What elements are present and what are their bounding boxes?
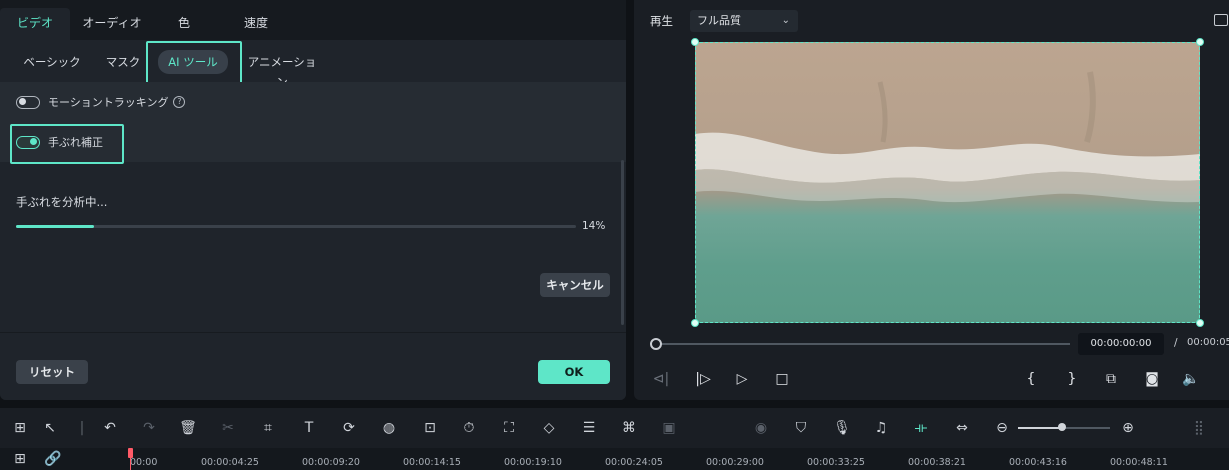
motion-tracking-row: モーショントラッキング ?: [16, 94, 186, 110]
ruler-label: 00:00:33:25: [807, 457, 865, 468]
audio-list-icon[interactable]: ♫: [871, 418, 891, 438]
ruler-label: 00:00:43:16: [1009, 457, 1067, 468]
quality-value: フル品質: [697, 14, 741, 27]
ruler-label: 00:00:24:05: [605, 457, 663, 468]
ruler-label: 00:00:29:00: [706, 457, 764, 468]
cancel-button[interactable]: キャンセル: [540, 273, 610, 297]
keyframe-icon[interactable]: ◇: [539, 418, 559, 438]
mark-in-button[interactable]: {: [1021, 369, 1041, 389]
previous-frame-button[interactable]: ⊲|: [651, 369, 671, 389]
crop-handle[interactable]: [1196, 38, 1204, 46]
redo-icon[interactable]: ↷: [139, 418, 159, 438]
current-timecode[interactable]: 00:00:00:00: [1078, 333, 1164, 355]
tab-audio[interactable]: オーディオ: [78, 8, 146, 40]
delete-icon[interactable]: 🗑: [178, 418, 198, 438]
link-icon[interactable]: 🔗: [43, 449, 63, 469]
ruler-label: 00:00:14:15: [403, 457, 461, 468]
next-frame-button[interactable]: |▷: [693, 369, 713, 389]
playback-scrubber[interactable]: [656, 343, 1070, 345]
tab-color[interactable]: 色: [170, 8, 198, 40]
crop-icon[interactable]: ⌗: [258, 418, 278, 438]
player-header: 再生 フル品質 ⌄: [634, 0, 1229, 40]
chevron-down-icon: ⌄: [781, 15, 790, 26]
microphone-icon[interactable]: 🎙: [832, 418, 852, 438]
crop-handle[interactable]: [691, 319, 699, 327]
crop-frame[interactable]: [695, 42, 1200, 323]
analysis-progress-bar: [16, 225, 576, 228]
properties-panel: ビデオ オーディオ 色 速度 ベーシック マスク AI ツール アニメーション …: [0, 0, 626, 400]
tab-video[interactable]: ビデオ: [0, 8, 70, 40]
ok-button[interactable]: OK: [538, 360, 610, 384]
motion-tracking-toggle[interactable]: [16, 95, 40, 109]
ruler-label: 00:00:04:25: [201, 457, 259, 468]
main-tab-bar: ビデオ オーディオ 色 速度: [0, 0, 626, 40]
timer-icon[interactable]: ⏱: [459, 418, 479, 438]
subtab-basic[interactable]: ベーシック: [18, 52, 86, 72]
screen-icon[interactable]: ⊡: [420, 418, 440, 438]
play-button[interactable]: ▷: [732, 369, 752, 389]
ruler-label: 00:00: [130, 457, 158, 468]
ruler-label: 00:00:09:20: [302, 457, 360, 468]
quality-dropdown[interactable]: フル品質 ⌄: [690, 10, 798, 32]
playhead[interactable]: [128, 448, 133, 470]
analysis-status: 手ぶれを分析中...: [16, 195, 108, 209]
snap-icon[interactable]: ⟛: [911, 418, 931, 438]
crop-handle[interactable]: [691, 38, 699, 46]
grip-icon[interactable]: ⣿: [1189, 418, 1209, 438]
ruler-label: 00:00:48:11: [1110, 457, 1168, 468]
reset-button[interactable]: リセット: [16, 360, 88, 384]
sub-tab-bar: ベーシック マスク AI ツール アニメーション: [0, 40, 626, 89]
zoom-slider-fill: [1018, 427, 1063, 429]
display-settings-icon[interactable]: ⧉: [1101, 369, 1121, 389]
adjust-icon[interactable]: ☰: [579, 418, 599, 438]
fit-icon[interactable]: ⛶: [499, 418, 519, 438]
render-icon[interactable]: ◉: [751, 418, 771, 438]
image-icon[interactable]: [1214, 14, 1228, 26]
panel-footer: [0, 332, 626, 400]
panel-scrollbar[interactable]: [621, 160, 624, 325]
player-panel: 再生 フル品質 ⌄ 00:00:00:00 / 00:00:05 ⊲| |▷ ▷…: [634, 0, 1229, 400]
stop-button[interactable]: □: [772, 369, 792, 389]
cut-icon[interactable]: ✂: [218, 418, 238, 438]
mark-out-button[interactable]: }: [1062, 369, 1082, 389]
zoom-out-icon[interactable]: ⊖: [992, 418, 1012, 438]
analysis-progress-fill: [16, 225, 95, 228]
subtab-mask[interactable]: マスク: [100, 52, 146, 72]
snapshot-icon[interactable]: ◙: [1142, 369, 1162, 389]
motion-tracking-label: モーショントラッキング: [48, 96, 169, 109]
scrubber-knob[interactable]: [650, 338, 662, 350]
fit-timeline-icon[interactable]: ⇔: [952, 418, 972, 438]
color-palette-icon[interactable]: ◍: [379, 418, 399, 438]
total-duration: 00:00:05: [1187, 337, 1229, 348]
subtab-animation[interactable]: アニメーション: [244, 52, 320, 89]
analysis-percent: 14%: [582, 220, 606, 232]
timeline-ruler[interactable]: ⊞ 🔗 00:00 00:00:04:25 00:00:09:20 00:00:…: [0, 448, 1229, 470]
marker-icon[interactable]: ⛉: [791, 418, 811, 438]
zoom-in-icon[interactable]: ⊕: [1118, 418, 1138, 438]
volume-icon[interactable]: 🔈: [1181, 369, 1201, 389]
crop-handle[interactable]: [1196, 319, 1204, 327]
toolbar-divider: |: [79, 420, 85, 436]
stabilization-highlight: [10, 124, 124, 164]
add-track-icon[interactable]: ⊞: [10, 449, 30, 469]
select-tool-icon[interactable]: ↖: [40, 418, 60, 438]
text-icon[interactable]: T: [299, 418, 319, 438]
ruler-label: 00:00:19:10: [504, 457, 562, 468]
undo-icon[interactable]: ↶: [100, 418, 120, 438]
help-icon[interactable]: ?: [173, 96, 186, 108]
rotate-icon[interactable]: ⟳: [339, 418, 359, 438]
ruler-label: 00:00:38:21: [908, 457, 966, 468]
timecode-separator: /: [1174, 337, 1178, 349]
speech-to-text-icon[interactable]: ⌘: [619, 418, 639, 438]
tab-speed[interactable]: 速度: [236, 8, 276, 40]
player-label: 再生: [650, 14, 673, 28]
layout-icon[interactable]: ⊞: [10, 418, 30, 438]
stabilize-clip-icon[interactable]: ▣: [659, 418, 679, 438]
